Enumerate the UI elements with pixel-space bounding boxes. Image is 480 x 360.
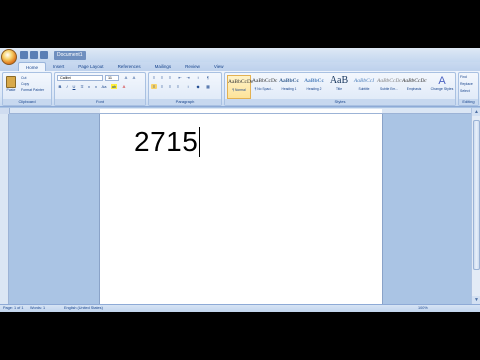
shading-icon[interactable]: ◆	[195, 84, 201, 89]
style-heading-2[interactable]: AaBbCc Heading 2	[302, 75, 326, 99]
word-count[interactable]: Words: 1	[30, 305, 45, 312]
style-no-spacing[interactable]: AaBbCcDc ¶ No Spaci...	[252, 75, 277, 99]
show-hide-icon[interactable]: ¶	[205, 75, 211, 80]
office-button[interactable]	[1, 49, 17, 65]
underline-icon[interactable]: U	[71, 84, 77, 89]
editing-group: Find Replace Select Editing	[458, 72, 479, 106]
justify-icon[interactable]: ≡	[175, 84, 181, 89]
document-page[interactable]: 2715	[100, 114, 382, 304]
document-text-line[interactable]: 2715	[134, 126, 201, 158]
style-subtle-emphasis[interactable]: AaBbCcDc Subtle Em...	[377, 75, 402, 99]
clipboard-group: Paste Cut Copy Format Painter Clipboard	[2, 72, 52, 106]
vertical-ruler[interactable]	[0, 114, 9, 304]
save-icon[interactable]	[20, 51, 28, 59]
vertical-scrollbar[interactable]: ▲ ▼	[471, 108, 480, 304]
select-button[interactable]: Select	[460, 89, 470, 94]
title-bar: Document1	[0, 48, 480, 62]
clipboard-icon	[6, 76, 16, 88]
bullets-icon[interactable]: ≡	[151, 75, 157, 80]
align-right-icon[interactable]: ≡	[167, 84, 173, 89]
numbering-icon[interactable]: ≡	[159, 75, 165, 80]
font-color-icon[interactable]: A	[121, 84, 127, 89]
format-painter-button[interactable]: Format Painter	[21, 88, 44, 93]
change-case-icon[interactable]: Aa	[101, 84, 107, 89]
change-styles-icon: A	[438, 75, 446, 87]
align-center-icon[interactable]: ≡	[159, 84, 165, 89]
styles-group-label: Styles	[225, 99, 455, 105]
paste-label: Paste	[6, 88, 16, 92]
tab-home[interactable]: Home	[18, 62, 47, 71]
status-bar: Page: 1 of 1 Words: 1 English (United St…	[0, 304, 480, 312]
cut-button[interactable]: Cut	[21, 76, 26, 81]
superscript-icon[interactable]: x	[93, 84, 99, 89]
style-subtitle[interactable]: AaBbCcI Subtitle	[352, 75, 376, 99]
word-window: Document1 Home Insert Page Layout Refere…	[0, 48, 480, 312]
clipboard-group-label: Clipboard	[3, 99, 51, 105]
redo-icon[interactable]	[40, 51, 48, 59]
font-group: Calibri 11 A A B I U ∓ x x Aa ab A Font	[54, 72, 146, 106]
tab-insert[interactable]: Insert	[46, 62, 71, 71]
change-styles-label: Change Styles	[430, 87, 454, 91]
align-left-icon[interactable]: ≡	[151, 84, 157, 89]
style-title[interactable]: AaB Title	[327, 75, 351, 99]
tab-references[interactable]: References	[111, 62, 148, 71]
paragraph-group-label: Paragraph	[149, 99, 221, 105]
editing-group-label: Editing	[459, 99, 478, 105]
subscript-icon[interactable]: x	[86, 84, 92, 89]
scroll-down-icon[interactable]: ▼	[472, 296, 480, 304]
find-button[interactable]: Find	[460, 75, 467, 80]
bold-icon[interactable]: B	[57, 84, 63, 89]
styles-group: AaBbCcDc ¶ Normal AaBbCcDc ¶ No Spaci...…	[224, 72, 456, 106]
font-name-dropdown[interactable]: Calibri	[57, 75, 103, 81]
decrease-indent-icon[interactable]: ⇤	[177, 75, 183, 80]
borders-icon[interactable]: ▦	[205, 84, 211, 89]
language-indicator[interactable]: English (United States)	[64, 305, 103, 312]
page-count[interactable]: Page: 1 of 1	[3, 305, 23, 312]
style-normal[interactable]: AaBbCcDc ¶ Normal	[227, 75, 253, 99]
paste-button[interactable]: Paste	[5, 75, 17, 95]
document-title: Document1	[54, 50, 86, 60]
italic-icon[interactable]: I	[64, 84, 70, 89]
replace-button[interactable]: Replace	[460, 82, 473, 87]
strikethrough-icon[interactable]: ∓	[79, 84, 85, 89]
ribbon: Paste Cut Copy Format Painter Clipboard …	[0, 71, 480, 107]
text-cursor	[199, 127, 201, 157]
multilevel-list-icon[interactable]: ≡	[167, 75, 173, 80]
zoom-level[interactable]: 100%	[418, 305, 428, 312]
font-size-dropdown[interactable]: 11	[105, 75, 119, 81]
shrink-font-icon[interactable]: A	[131, 75, 137, 80]
line-spacing-icon[interactable]: ↕	[185, 84, 191, 89]
tab-mailings[interactable]: Mailings	[148, 62, 179, 71]
font-group-label: Font	[55, 99, 145, 105]
undo-icon[interactable]	[30, 51, 38, 59]
quick-access-toolbar: Document1	[20, 50, 86, 60]
style-heading-1[interactable]: AaBbCc Heading 1	[277, 75, 301, 99]
paragraph-group: ≡ ≡ ≡ ⇤ ⇥ ↕ ¶ ≡ ≡ ≡ ≡ ↕ ◆ ▦ Paragraph	[148, 72, 222, 106]
document-text[interactable]: 2715	[134, 126, 198, 157]
grow-font-icon[interactable]: A	[123, 75, 129, 80]
scroll-up-icon[interactable]: ▲	[472, 108, 480, 116]
scroll-thumb[interactable]	[473, 120, 480, 270]
tab-view[interactable]: View	[207, 62, 231, 71]
highlight-icon[interactable]: ab	[111, 84, 117, 89]
tab-review[interactable]: Review	[178, 62, 207, 71]
ribbon-tabs: Home Insert Page Layout References Maili…	[0, 62, 480, 71]
tab-page-layout[interactable]: Page Layout	[71, 62, 110, 71]
style-emphasis[interactable]: AaBbCcDc Emphasis	[402, 75, 427, 99]
copy-button[interactable]: Copy	[21, 82, 29, 87]
increase-indent-icon[interactable]: ⇥	[185, 75, 191, 80]
sort-icon[interactable]: ↕	[195, 75, 201, 80]
change-styles-button[interactable]: A Change Styles	[429, 75, 455, 91]
